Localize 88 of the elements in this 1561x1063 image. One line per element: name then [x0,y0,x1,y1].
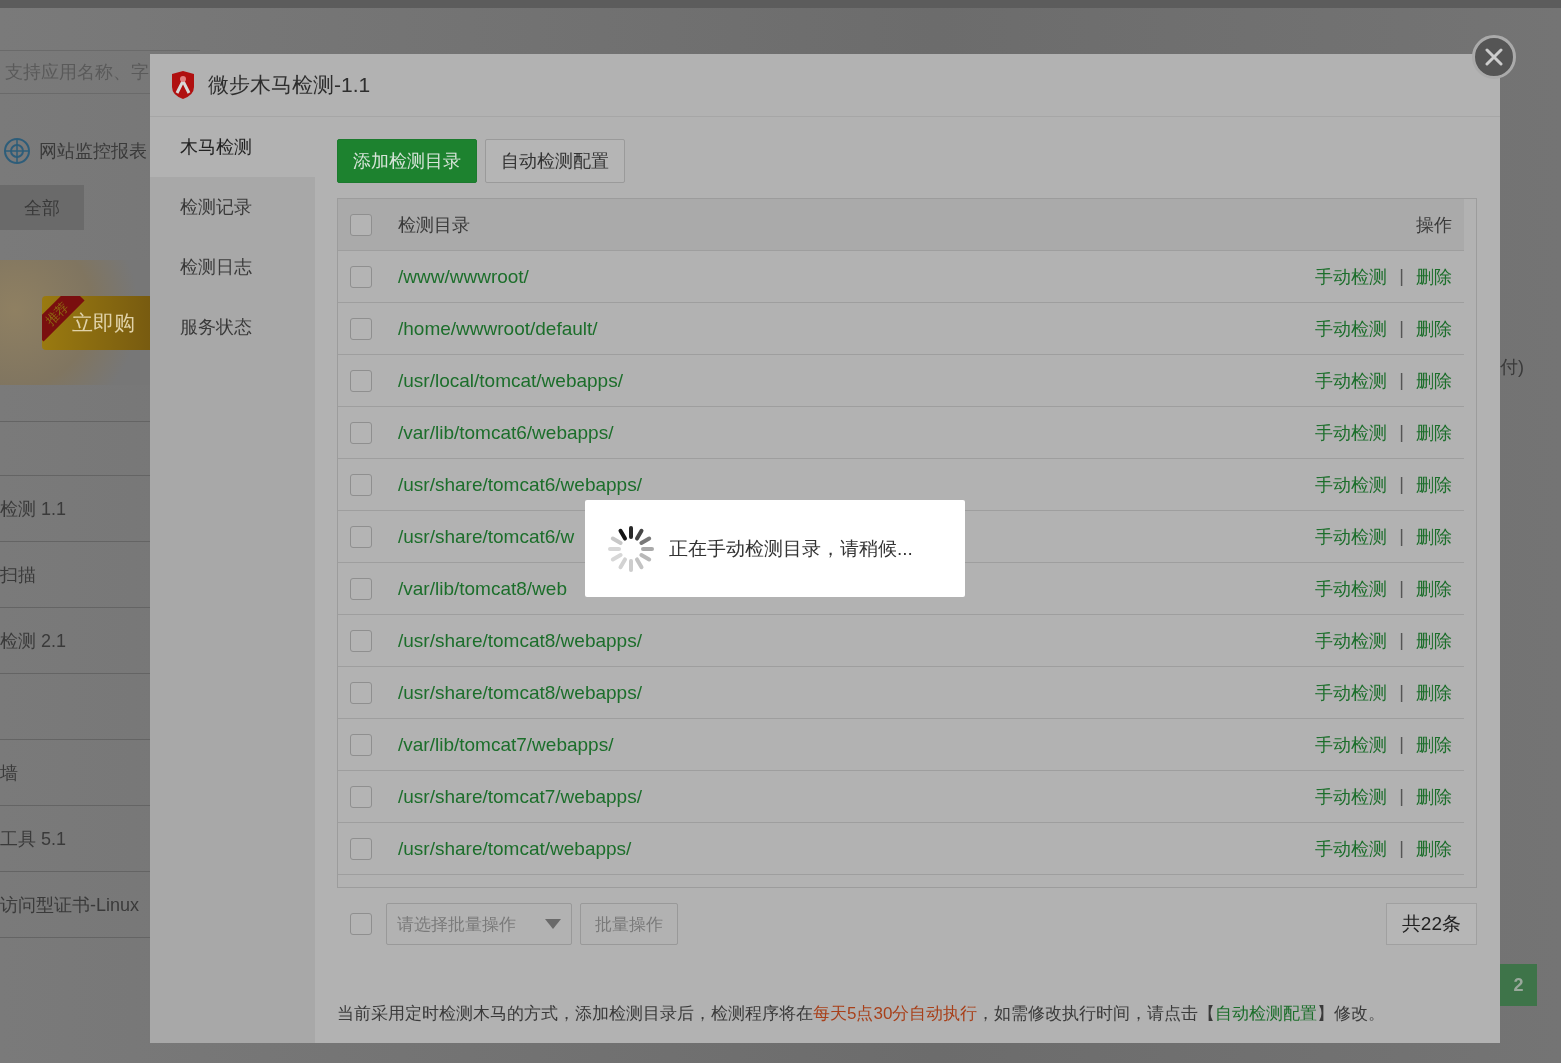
delete-link[interactable]: 删除 [1416,264,1452,289]
row-checkbox[interactable] [350,837,372,860]
row-checkbox[interactable] [350,369,372,392]
delete-link[interactable]: 删除 [1416,628,1452,653]
row-checkbox[interactable] [350,525,372,548]
separator: | [1399,838,1404,859]
select-all-checkbox[interactable] [350,213,372,236]
manual-scan-link[interactable]: 手动检测 [1315,316,1388,341]
manual-scan-link[interactable]: 手动检测 [1315,680,1388,705]
manual-scan-link[interactable]: 手动检测 [1315,420,1388,445]
caret-icon [545,919,561,929]
manual-scan-link[interactable]: 手动检测 [1315,732,1388,757]
close-icon [1485,48,1503,66]
directory-path: /usr/share/tomcat/webapps/ [398,837,632,860]
column-header: 操作 [1416,213,1452,237]
schedule-note: 当前采用定时检测木马的方式，添加检测目录后，检测程序将在每天5点30分自动执行，如需修改执行时间，请点击【自动检测配置】修改。 [337,1003,1387,1025]
radar-icon [3,137,31,165]
column-header: 检测目录 [398,213,470,237]
add-directory-button[interactable]: 添加检测目录 [337,139,477,183]
separator: | [1399,630,1404,651]
delete-link[interactable]: 删除 [1416,316,1452,341]
directory-path: /usr/share/tomcat6/w [398,525,575,548]
plugin-name: 检测 2.1 [0,629,67,653]
delete-link[interactable]: 删除 [1416,368,1452,393]
delete-link[interactable]: 删除 [1416,680,1452,705]
row-checkbox[interactable] [350,681,372,704]
batch-select[interactable]: 请选择批量操作 [386,903,572,945]
separator: | [1399,422,1404,443]
directory-path: /usr/share/tomcat8/webapps/ [398,629,642,652]
delete-link[interactable]: 删除 [1416,472,1452,497]
select-all-checkbox[interactable] [350,913,372,935]
delete-link[interactable]: 删除 [1416,784,1452,809]
row-checkbox[interactable] [350,577,372,600]
plugin-name: 墙 [0,761,18,785]
directory-path: /www/wwwroot/ [398,265,529,288]
page-button[interactable]: 2 [1500,964,1537,1006]
row-checkbox[interactable] [350,421,372,444]
manual-scan-link[interactable]: 手动检测 [1315,784,1388,809]
separator: | [1399,786,1404,807]
delete-link[interactable]: 删除 [1416,524,1452,549]
separator: | [1399,734,1404,755]
separator: | [1399,526,1404,547]
directory-path: /usr/share/tomcat6/webapps/ [398,473,642,496]
manual-scan-link[interactable]: 手动检测 [1315,368,1388,393]
row-checkbox[interactable] [350,265,372,288]
delete-link[interactable]: 删除 [1416,576,1452,601]
loading-message: 正在手动检测目录，请稍候... [669,536,913,561]
price-note: 付) [1500,356,1524,379]
row-checkbox[interactable] [350,733,372,756]
separator: | [1399,266,1404,287]
directory-path: /var/lib/tomcat6/webapps/ [398,421,614,444]
delete-link[interactable]: 删除 [1416,420,1452,445]
config-link[interactable]: 自动检测配置 [1215,1004,1318,1023]
manual-scan-link[interactable]: 手动检测 [1315,264,1388,289]
directory-path: /usr/local/tomcat/webapps/ [398,369,623,392]
report-link[interactable]: 网站监控报表 [39,139,147,163]
manual-scan-link[interactable]: 手动检测 [1315,628,1388,653]
directory-path: /var/lib/tomcat7/webapps/ [398,733,614,756]
total-count: 共22条 [1385,903,1477,945]
delete-link[interactable]: 删除 [1416,836,1452,861]
plugin-name: 访问型证书-Linux [0,893,140,917]
dialog-title: 微步木马检测-1.1 [208,72,371,98]
row-checkbox[interactable] [350,317,372,340]
separator: | [1399,370,1404,391]
plugin-name: 扫描 [0,563,36,587]
nav-item[interactable]: 木马检测 [150,117,315,177]
shield-logo-icon [170,71,196,99]
manual-scan-link[interactable]: 手动检测 [1315,524,1388,549]
separator: | [1399,682,1404,703]
separator: | [1399,474,1404,495]
row-checkbox[interactable] [350,785,372,808]
separator: | [1399,318,1404,339]
batch-button[interactable]: 批量操作 [580,903,678,945]
manual-scan-link[interactable]: 手动检测 [1315,576,1388,601]
delete-link[interactable]: 删除 [1416,732,1452,757]
manual-scan-link[interactable]: 手动检测 [1315,472,1388,497]
directory-path: /usr/share/tomcat7/webapps/ [398,785,642,808]
separator: | [1399,578,1404,599]
config-button[interactable]: 自动检测配置 [485,139,625,183]
manual-scan-link[interactable]: 手动检测 [1315,836,1388,861]
plugin-name: 工具 5.1 [0,827,67,851]
loading-spinner-icon [607,524,655,573]
row-checkbox[interactable] [350,629,372,652]
directory-path: /home/wwwroot/default/ [398,317,598,340]
directory-path: /var/lib/tomcat8/web [398,577,567,600]
plugin-name: 检测 1.1 [0,497,67,521]
row-checkbox[interactable] [350,473,372,496]
directory-path: /usr/share/tomcat8/webapps/ [398,681,642,704]
